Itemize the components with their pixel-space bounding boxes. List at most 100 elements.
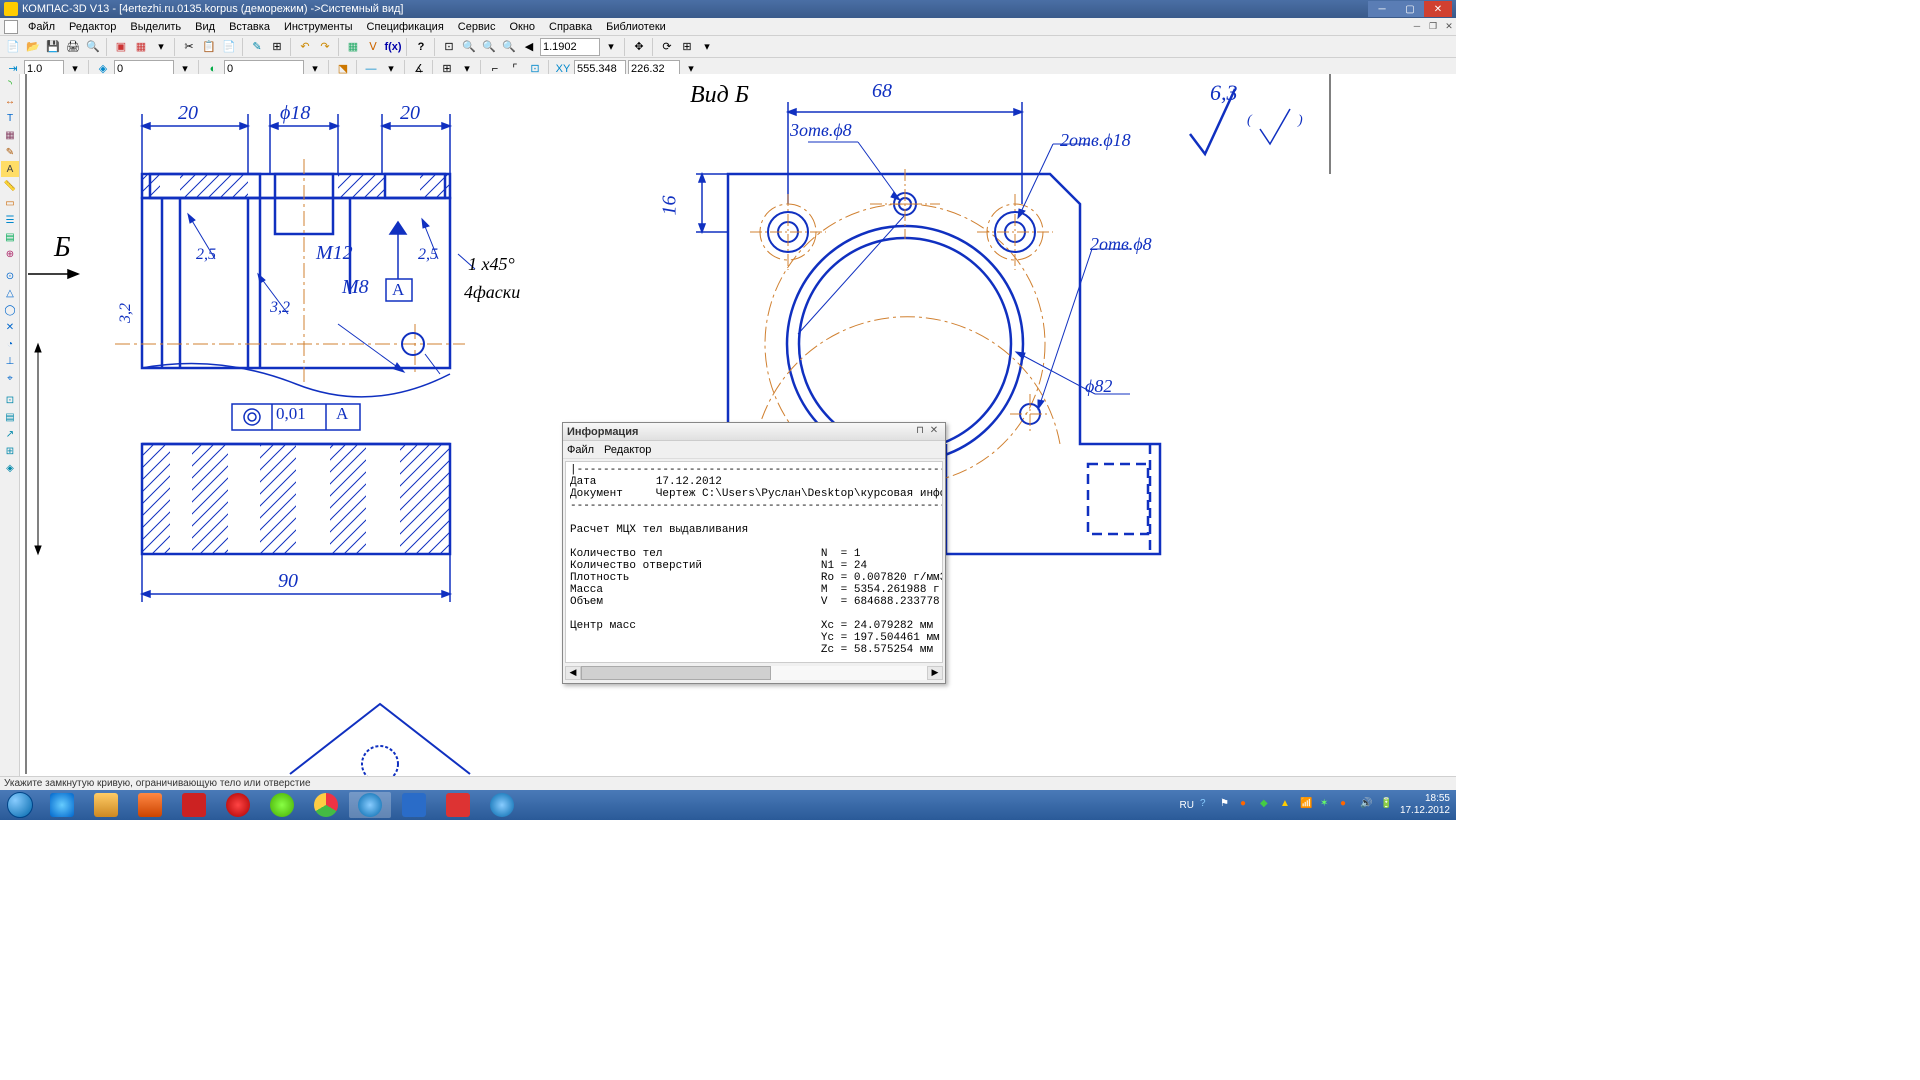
- info-panel-titlebar[interactable]: Информация ⊓ ✕: [563, 423, 945, 441]
- tool-icon[interactable]: ▦: [132, 38, 150, 56]
- snap-point-icon[interactable]: ⊙: [1, 268, 19, 284]
- taskbar-kompas[interactable]: [349, 792, 391, 818]
- battery-tray-icon[interactable]: 🔋: [1380, 798, 1394, 812]
- tool-icon[interactable]: ▾: [152, 38, 170, 56]
- taskbar-media[interactable]: [129, 792, 171, 818]
- pin-icon[interactable]: ⊓: [913, 425, 927, 439]
- menu-libraries[interactable]: Библиотеки: [600, 19, 672, 35]
- select-icon[interactable]: ▭: [1, 195, 19, 211]
- close-icon[interactable]: ✕: [927, 425, 941, 439]
- menu-view[interactable]: Вид: [189, 19, 221, 35]
- scroll-left-icon[interactable]: ◀: [565, 666, 581, 680]
- zoom-input[interactable]: [540, 38, 600, 56]
- tray-icon[interactable]: ▲: [1280, 798, 1294, 812]
- geometry-icon[interactable]: ◝: [1, 76, 19, 92]
- info-hscrollbar[interactable]: ◀ ▶: [565, 665, 943, 681]
- taskbar-app-red[interactable]: [437, 792, 479, 818]
- menu-file[interactable]: Файл: [22, 19, 61, 35]
- network-tray-icon[interactable]: 📶: [1300, 798, 1314, 812]
- flag-tray-icon[interactable]: ⚑: [1220, 798, 1234, 812]
- taskbar-chrome[interactable]: [305, 792, 347, 818]
- dropdown-icon[interactable]: ▾: [698, 38, 716, 56]
- snap-normal-icon[interactable]: ⊥: [1, 353, 19, 369]
- menu-insert[interactable]: Вставка: [223, 19, 276, 35]
- fx-icon[interactable]: f(x): [384, 38, 402, 56]
- library-icon[interactable]: ▦: [344, 38, 362, 56]
- zoom-in-icon[interactable]: 🔍: [460, 38, 478, 56]
- tray-icon[interactable]: ●: [1240, 798, 1254, 812]
- close-button[interactable]: ✕: [1424, 1, 1452, 17]
- tool-icon[interactable]: ✎: [248, 38, 266, 56]
- taskbar-word[interactable]: [393, 792, 435, 818]
- pan-icon[interactable]: ✥: [630, 38, 648, 56]
- redo-icon[interactable]: ↷: [316, 38, 334, 56]
- properties-icon[interactable]: ⊞: [268, 38, 286, 56]
- copy-icon[interactable]: 📋: [200, 38, 218, 56]
- tool-icon[interactable]: ▤: [1, 409, 19, 425]
- tray-icon[interactable]: ●: [1340, 798, 1354, 812]
- menu-tools[interactable]: Инструменты: [278, 19, 359, 35]
- menu-editor[interactable]: Редактор: [63, 19, 122, 35]
- edit-icon[interactable]: ✎: [1, 144, 19, 160]
- info-menu-editor[interactable]: Редактор: [604, 444, 651, 456]
- paste-icon[interactable]: 📄: [220, 38, 238, 56]
- tool-icon[interactable]: ↗: [1, 426, 19, 442]
- tool-icon[interactable]: ⊡: [1, 392, 19, 408]
- drawing-canvas[interactable]: ( ) 20 ϕ18 20 90 Б 2,5 2,5 М12 М8 3,2 3,…: [20, 74, 1456, 778]
- taskbar-clock[interactable]: 18:55 17.12.2012: [1400, 793, 1450, 817]
- dropdown-icon[interactable]: ▾: [602, 38, 620, 56]
- preview-icon[interactable]: 🔍: [84, 38, 102, 56]
- volume-tray-icon[interactable]: 🔊: [1360, 798, 1374, 812]
- zoom-fit-icon[interactable]: ⊡: [440, 38, 458, 56]
- scroll-right-icon[interactable]: ▶: [927, 666, 943, 680]
- spec-icon[interactable]: ☰: [1, 212, 19, 228]
- snap-tangent-icon[interactable]: ◔: [1, 336, 19, 352]
- menu-select[interactable]: Выделить: [124, 19, 187, 35]
- report-icon[interactable]: ▤: [1, 229, 19, 245]
- dimension-icon[interactable]: ↔: [1, 93, 19, 109]
- tray-icon[interactable]: ◆: [1260, 798, 1274, 812]
- mdi-restore[interactable]: ❐: [1426, 21, 1440, 33]
- menu-window[interactable]: Окно: [503, 19, 541, 35]
- taskbar-app-green[interactable]: [261, 792, 303, 818]
- zoom-out-icon[interactable]: 🔍: [500, 38, 518, 56]
- tray-icon[interactable]: ✶: [1320, 798, 1334, 812]
- scroll-thumb[interactable]: [581, 666, 771, 680]
- zoom-window-icon[interactable]: 🔍: [480, 38, 498, 56]
- new-icon[interactable]: 📄: [4, 38, 22, 56]
- info-panel-body[interactable]: |---------------------------------------…: [565, 461, 943, 663]
- variables-icon[interactable]: Ⅴ: [364, 38, 382, 56]
- taskbar-adobe[interactable]: [173, 792, 215, 818]
- menu-service[interactable]: Сервис: [452, 19, 502, 35]
- tool-icon[interactable]: ◈: [1, 460, 19, 476]
- help-icon[interactable]: ?: [412, 38, 430, 56]
- help-tray-icon[interactable]: ?: [1200, 798, 1214, 812]
- minimize-button[interactable]: ─: [1368, 1, 1396, 17]
- taskbar-kompas2[interactable]: [481, 792, 523, 818]
- scroll-track[interactable]: [581, 666, 927, 680]
- open-icon[interactable]: 📂: [24, 38, 42, 56]
- refresh-icon[interactable]: ⟳: [658, 38, 676, 56]
- hatch-icon[interactable]: ▦: [1, 127, 19, 143]
- print-icon[interactable]: 🖨: [64, 38, 82, 56]
- taskbar-explorer[interactable]: [85, 792, 127, 818]
- tool-icon[interactable]: ⊞: [1, 443, 19, 459]
- tool-icon[interactable]: ⊞: [678, 38, 696, 56]
- save-icon[interactable]: 💾: [44, 38, 62, 56]
- cut-icon[interactable]: ✂: [180, 38, 198, 56]
- snap-near-icon[interactable]: ⌖: [1, 370, 19, 386]
- undo-icon[interactable]: ↶: [296, 38, 314, 56]
- menu-spec[interactable]: Спецификация: [361, 19, 450, 35]
- snap-mid-icon[interactable]: △: [1, 285, 19, 301]
- measure-icon[interactable]: 📏: [1, 178, 19, 194]
- info-menu-file[interactable]: Файл: [567, 444, 594, 456]
- tool-icon[interactable]: ▣: [112, 38, 130, 56]
- snap-intersect-icon[interactable]: ✕: [1, 319, 19, 335]
- mdi-minimize[interactable]: ─: [1410, 21, 1424, 33]
- menu-help[interactable]: Справка: [543, 19, 598, 35]
- zoom-prev-icon[interactable]: ◀: [520, 38, 538, 56]
- start-button[interactable]: [0, 790, 40, 820]
- maximize-button[interactable]: ▢: [1396, 1, 1424, 17]
- insert-icon[interactable]: ⊕: [1, 246, 19, 262]
- snap-center-icon[interactable]: ◯: [1, 302, 19, 318]
